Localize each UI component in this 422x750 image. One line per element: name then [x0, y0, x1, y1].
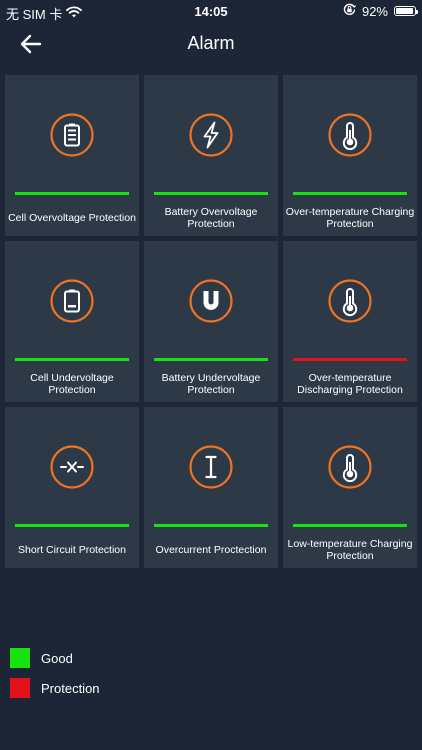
status-bar-indicator: [293, 524, 407, 527]
tile-label: Low-temperature Charging Protection: [287, 538, 413, 562]
battery-low-icon: [50, 279, 94, 323]
battery-fill: [396, 8, 413, 14]
tile-label: Overcurrent Proctection: [155, 544, 267, 556]
tile-label: Over-temperature Charging Protection: [285, 206, 415, 230]
battery-full-icon: [50, 113, 94, 157]
legend-swatch: [10, 648, 30, 668]
alarm-tile[interactable]: Short Circuit Protection: [5, 407, 139, 568]
alarm-tile[interactable]: Battery Undervoltage Protection: [144, 241, 278, 402]
nav-bar: Alarm: [0, 22, 422, 66]
battery-icon: [394, 6, 418, 16]
status-bar-indicator: [15, 358, 129, 361]
status-bar-indicator: [154, 192, 268, 195]
legend-item-good: Good: [10, 648, 100, 668]
status-bar-indicator: [154, 524, 268, 527]
thermometer-icon: [328, 279, 372, 323]
tile-label: Cell Overvoltage Protection: [8, 212, 136, 224]
alarm-tile[interactable]: Overcurrent Proctection: [144, 407, 278, 568]
alarm-tile[interactable]: Battery Overvoltage Protection: [144, 75, 278, 236]
status-bar-indicator: [15, 524, 129, 527]
thermometer-icon: [328, 113, 372, 157]
orientation-lock-icon: [343, 3, 356, 19]
alarm-tile[interactable]: Cell Undervoltage Protection: [5, 241, 139, 402]
lightning-icon: [189, 113, 233, 157]
short-circuit-icon: [50, 445, 94, 489]
status-bar-indicator: [293, 192, 407, 195]
status-bar-indicator: [15, 192, 129, 195]
legend-label: Protection: [41, 680, 100, 696]
legend: Good Protection: [10, 648, 100, 708]
alarm-tile[interactable]: Over-temperature Charging Protection: [283, 75, 417, 236]
tile-label: Battery Undervoltage Protection: [161, 372, 261, 396]
alarm-tile[interactable]: Low-temperature Charging Protection: [283, 407, 417, 568]
status-bar: 无 SIM 卡 14:05 92%: [0, 0, 422, 22]
legend-swatch: [10, 678, 30, 698]
magnet-icon: [189, 279, 233, 323]
legend-item-protection: Protection: [10, 678, 100, 698]
alarm-grid: Cell Overvoltage Protection Battery Over…: [5, 75, 417, 568]
tile-label: Over-temperature Discharging Protection: [297, 372, 403, 396]
tile-label: Cell Undervoltage Protection: [30, 372, 114, 396]
thermometer-icon: [328, 445, 372, 489]
alarm-tile[interactable]: Cell Overvoltage Protection: [5, 75, 139, 236]
legend-label: Good: [41, 650, 73, 666]
tile-label: Battery Overvoltage Protection: [164, 206, 258, 230]
current-icon: [189, 445, 233, 489]
tile-label: Short Circuit Protection: [18, 544, 126, 556]
page-title: Alarm: [187, 33, 235, 53]
battery-percent: 92%: [361, 3, 388, 19]
alarm-tile[interactable]: Over-temperature Discharging Protection: [283, 241, 417, 402]
status-right: 92%: [343, 3, 418, 19]
status-bar-indicator: [293, 358, 407, 361]
status-bar-indicator: [154, 358, 268, 361]
